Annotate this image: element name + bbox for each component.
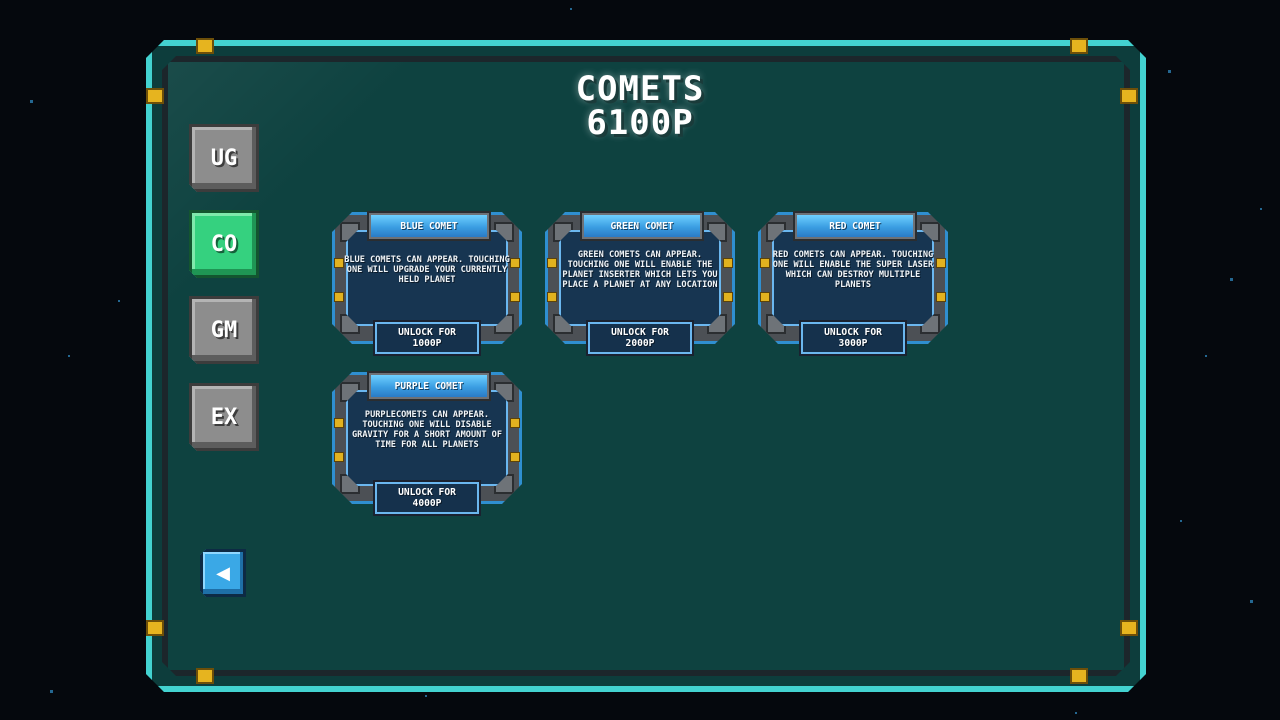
panel-inner: [162, 56, 1130, 676]
page-title: COMETS 6100P: [440, 72, 840, 140]
category-title: COMETS: [575, 69, 705, 109]
unlock-cost: 3000P: [838, 338, 868, 349]
star: [50, 690, 53, 693]
star: [1168, 70, 1171, 73]
comet-description: RED COMETS CAN APPEAR. TOUCHING ONE WILL…: [772, 250, 934, 290]
star: [1230, 278, 1233, 281]
back-arrow-icon: ◀: [216, 562, 230, 584]
frame-bolt: [196, 668, 214, 684]
points-balance: 6100P: [586, 103, 694, 143]
star: [1205, 355, 1207, 357]
tab-label: GM: [210, 317, 238, 343]
tab-comets[interactable]: CO: [189, 210, 259, 278]
frame-bolt: [1120, 620, 1138, 636]
unlock-label: UNLOCK FOR: [611, 327, 669, 338]
unlock-label: UNLOCK FOR: [398, 487, 456, 498]
frame-bolt: [146, 620, 164, 636]
comet-description: BLUE COMETS CAN APPEAR. TOUCHING ONE WIL…: [344, 255, 510, 285]
comet-title: PURPLE COMET: [367, 371, 491, 401]
star: [1075, 712, 1077, 714]
star: [1180, 520, 1182, 522]
unlock-button-green[interactable]: UNLOCK FOR 2000P: [586, 320, 694, 356]
comet-title: RED COMET: [793, 211, 917, 241]
comet-title: GREEN COMET: [580, 211, 704, 241]
unlock-label: UNLOCK FOR: [398, 327, 456, 338]
back-button[interactable]: ◀: [200, 549, 246, 597]
tab-label: CO: [210, 231, 238, 257]
comet-description: PURPLECOMETS CAN APPEAR. TOUCHING ONE WI…: [351, 410, 503, 450]
unlock-cost: 4000P: [412, 498, 442, 509]
star: [1250, 600, 1253, 603]
frame-bolt: [1070, 38, 1088, 54]
comet-description: GREEN COMETS CAN APPEAR. TOUCHING ONE WI…: [562, 250, 718, 290]
star: [30, 100, 33, 103]
frame-bolt: [1070, 668, 1088, 684]
comet-title: BLUE COMET: [367, 211, 491, 241]
unlock-button-red[interactable]: UNLOCK FOR 3000P: [799, 320, 907, 356]
unlock-cost: 2000P: [625, 338, 655, 349]
tab-label: UG: [210, 145, 238, 171]
unlock-button-blue[interactable]: UNLOCK FOR 1000P: [373, 320, 481, 356]
frame-bolt: [1120, 88, 1138, 104]
star: [570, 8, 572, 10]
tab-label: EX: [210, 404, 238, 430]
star: [425, 695, 427, 697]
unlock-label: UNLOCK FOR: [824, 327, 882, 338]
tab-upgrades[interactable]: UG: [189, 124, 259, 192]
frame-bolt: [146, 88, 164, 104]
frame-bolt: [196, 38, 214, 54]
game-screen: COMETS 6100P UG CO GM EX ◀ BLUE COMETS C…: [0, 0, 1280, 720]
star: [68, 355, 70, 357]
star: [118, 300, 120, 302]
unlock-cost: 1000P: [412, 338, 442, 349]
unlock-button-purple[interactable]: UNLOCK FOR 4000P: [373, 480, 481, 516]
tab-extras[interactable]: EX: [189, 383, 259, 451]
star: [1260, 208, 1262, 210]
tab-game-modes[interactable]: GM: [189, 296, 259, 364]
